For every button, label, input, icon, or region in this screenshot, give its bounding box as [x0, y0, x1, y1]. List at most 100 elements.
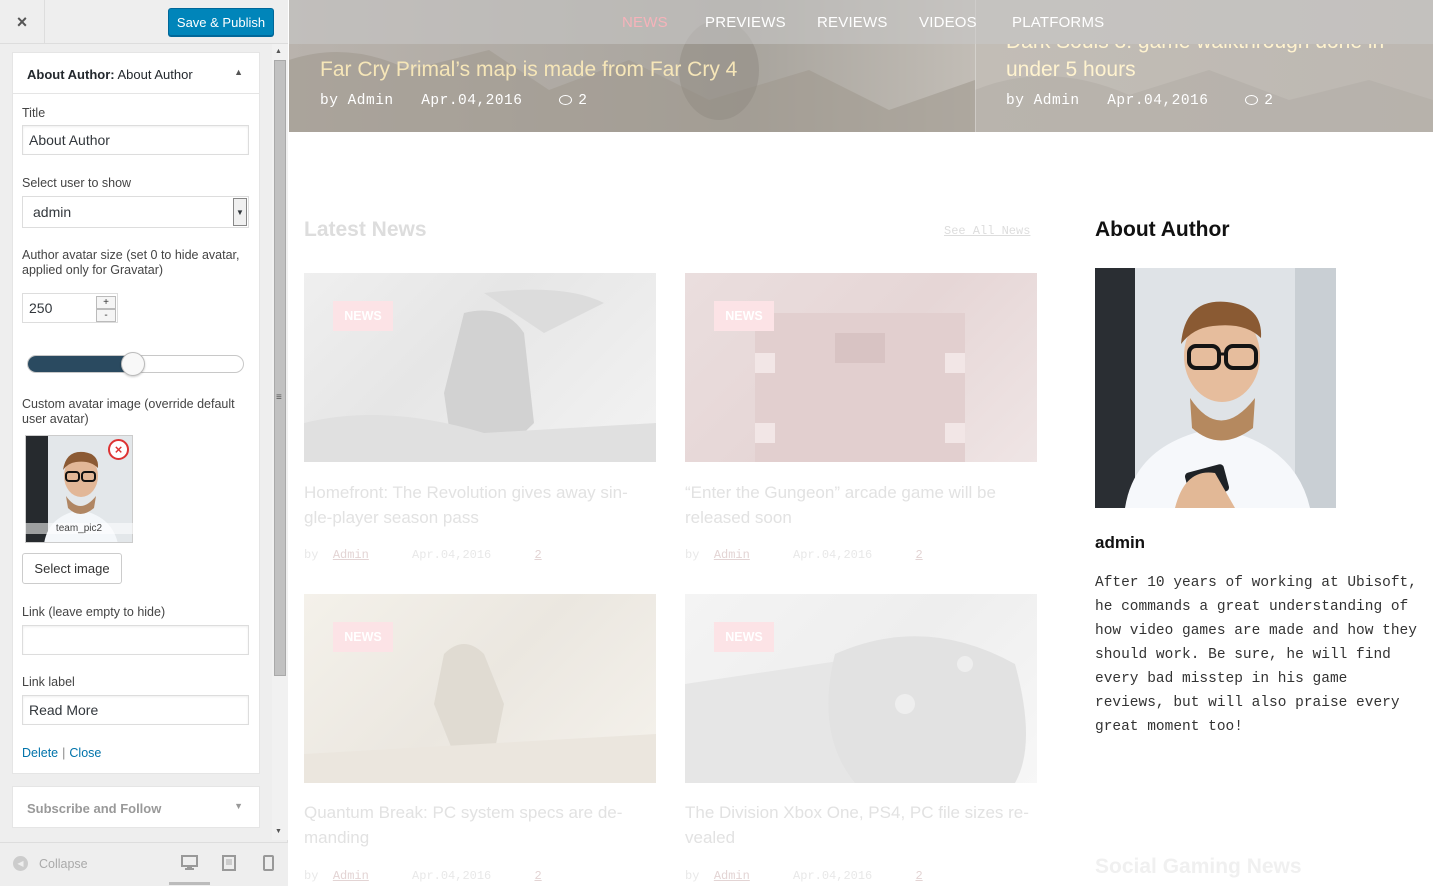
panel-resize-handle[interactable]: ≡	[276, 392, 282, 403]
news-card-image[interactable]: NEWS	[685, 273, 1037, 462]
news-card-title-line: manding	[304, 828, 370, 847]
news-tag[interactable]: NEWS	[714, 622, 774, 652]
social-gaming-news-title: Social Gaming News	[1095, 855, 1302, 878]
hero-post2-title[interactable]: under 5 hours	[1006, 56, 1136, 84]
meta-author[interactable]: Admin	[333, 869, 369, 883]
user-select-label: Select user to show	[22, 176, 132, 190]
meta-by: by	[685, 869, 700, 883]
meta-date: Apr.04,2016	[412, 869, 492, 883]
main-nav: NEWS PREVIEWS REVIEWS VIDEOS PLATFORMS	[289, 0, 1433, 44]
meta-author[interactable]: Admin	[714, 548, 750, 562]
meta-date: Apr.04,2016	[793, 548, 873, 562]
user-select[interactable]: admin ▼	[22, 196, 249, 228]
chat-icon	[1245, 95, 1259, 105]
delete-link[interactable]: Delete	[22, 746, 58, 760]
title-input[interactable]: About Author	[22, 125, 249, 155]
collapse-icon[interactable]: ◀	[13, 856, 28, 871]
widget-header-subscribe[interactable]: Subscribe and Follow ▼	[12, 786, 260, 828]
news-card-title[interactable]: “Enter the Gungeon” arcade game will be r…	[685, 480, 996, 530]
slider-fill	[28, 356, 133, 372]
author-bio: After 10 years of working at Ubisoft, he…	[1095, 575, 1417, 735]
about-author-title: About Author	[1095, 218, 1230, 241]
news-tag[interactable]: NEWS	[714, 301, 774, 331]
hero-post2-meta: by Admin Apr.04,2016 2	[1006, 93, 1273, 109]
hero-post-meta: by Admin Apr.04,2016 2	[320, 93, 587, 109]
avatar-size-slider[interactable]	[27, 352, 244, 376]
link-text-input[interactable]: Read More	[22, 695, 249, 725]
link-label: Link (leave empty to hide)	[22, 605, 166, 619]
latest-news-title: Latest News	[304, 218, 427, 241]
separator: |	[62, 746, 66, 760]
site-preview: NEWS PREVIEWS REVIEWS VIDEOS PLATFORMS F…	[289, 0, 1433, 886]
meta-comments[interactable]: 2	[534, 548, 541, 562]
news-card-title-line: vealed	[685, 828, 736, 847]
nav-platforms[interactable]: PLATFORMS	[1012, 14, 1104, 31]
mobile-icon[interactable]	[263, 855, 274, 874]
news-card-title-line: released soon	[685, 508, 792, 527]
dropdown-arrow-icon[interactable]: ▼	[233, 198, 247, 226]
hero-post-title[interactable]: Far Cry Primal’s map is made from Far Cr…	[320, 56, 737, 84]
news-card-image[interactable]: NEWS	[685, 594, 1037, 783]
custom-avatar-label: Custom avatar image (override default us…	[22, 397, 235, 426]
meta-comments[interactable]: 2	[534, 869, 541, 883]
news-card-title[interactable]: Homefront: The Revolution gives away sin…	[304, 480, 628, 530]
hero-post-date: Apr.04,2016	[421, 93, 523, 109]
collapse-arrow-icon[interactable]: ▲	[234, 67, 243, 77]
meta-author[interactable]: Admin	[333, 548, 369, 562]
close-icon[interactable]: ×	[0, 0, 45, 44]
decrement-button[interactable]: -	[96, 309, 116, 322]
customizer-header: × Save & Publish	[0, 0, 288, 44]
news-card-title-line: Quantum Break: PC system specs are de-	[304, 803, 623, 822]
see-all-news-link[interactable]: See All News	[944, 224, 1030, 238]
news-tag[interactable]: NEWS	[333, 622, 393, 652]
news-card-meta: by Admin Apr.04,2016 2	[685, 869, 923, 883]
avatar-size-label: Author avatar size (set 0 to hide avatar…	[22, 248, 240, 277]
news-card-image[interactable]: NEWS	[304, 594, 656, 783]
hero-slider[interactable]: NEWS PREVIEWS REVIEWS VIDEOS PLATFORMS F…	[289, 0, 1433, 132]
nav-reviews[interactable]: REVIEWS	[817, 14, 888, 31]
remove-icon[interactable]: ×	[108, 439, 129, 460]
save-publish-button[interactable]: Save & Publish	[168, 8, 274, 36]
hero-post-author[interactable]: by Admin	[320, 93, 394, 109]
image-filename: team_pic2	[25, 523, 133, 534]
active-device-indicator	[169, 882, 210, 885]
meta-comments[interactable]: 2	[915, 548, 922, 562]
hero-post2-date: Apr.04,2016	[1107, 93, 1209, 109]
widget2-title: Subscribe and Follow	[27, 801, 162, 816]
author-name: admin	[1095, 533, 1146, 552]
widget-title-bold: About Author:	[27, 67, 115, 82]
increment-button[interactable]: +	[96, 296, 116, 309]
close-link[interactable]: Close	[69, 746, 101, 760]
hero-post2-comments[interactable]: 2	[1264, 93, 1273, 109]
meta-by: by	[304, 869, 319, 883]
news-tag[interactable]: NEWS	[333, 301, 393, 331]
meta-author[interactable]: Admin	[714, 869, 750, 883]
collapse-button[interactable]: Collapse	[39, 857, 88, 871]
news-card-meta: by Admin Apr.04,2016 2	[304, 548, 542, 562]
expand-arrow-icon[interactable]: ▼	[234, 801, 243, 811]
meta-date: Apr.04,2016	[793, 869, 873, 883]
nav-videos[interactable]: VIDEOS	[919, 14, 977, 31]
scroll-up-icon[interactable]: ▲	[275, 48, 282, 55]
desktop-icon[interactable]	[181, 855, 198, 873]
tablet-icon[interactable]	[222, 855, 236, 874]
link-input[interactable]	[22, 625, 249, 655]
hero-post2-author[interactable]: by Admin	[1006, 93, 1080, 109]
widget-actions: Delete | Close	[22, 746, 101, 760]
title-label: Title	[22, 106, 46, 120]
meta-comments[interactable]: 2	[915, 869, 922, 883]
scrollbar-thumb[interactable]	[274, 60, 286, 676]
widget-header-about-author[interactable]: About Author: About Author ▲	[12, 52, 260, 94]
nav-previews[interactable]: PREVIEWS	[705, 14, 786, 31]
scroll-down-icon[interactable]: ▼	[275, 828, 282, 835]
news-card-title[interactable]: Quantum Break: PC system specs are de-ma…	[304, 800, 622, 850]
select-image-button[interactable]: Select image	[22, 553, 122, 584]
nav-news[interactable]: NEWS	[622, 14, 668, 31]
hero-post-comments[interactable]: 2	[578, 93, 587, 109]
news-card-image[interactable]: NEWS	[304, 273, 656, 462]
slider-knob[interactable]	[121, 352, 145, 376]
news-card-title[interactable]: The Division Xbox One, PS4, PC file size…	[685, 800, 1029, 850]
customizer-panel: × Save & Publish ▲ ▼ About Author: About…	[0, 0, 288, 886]
news-card-meta: by Admin Apr.04,2016 2	[304, 869, 542, 883]
link-text-label: Link label	[22, 675, 75, 689]
